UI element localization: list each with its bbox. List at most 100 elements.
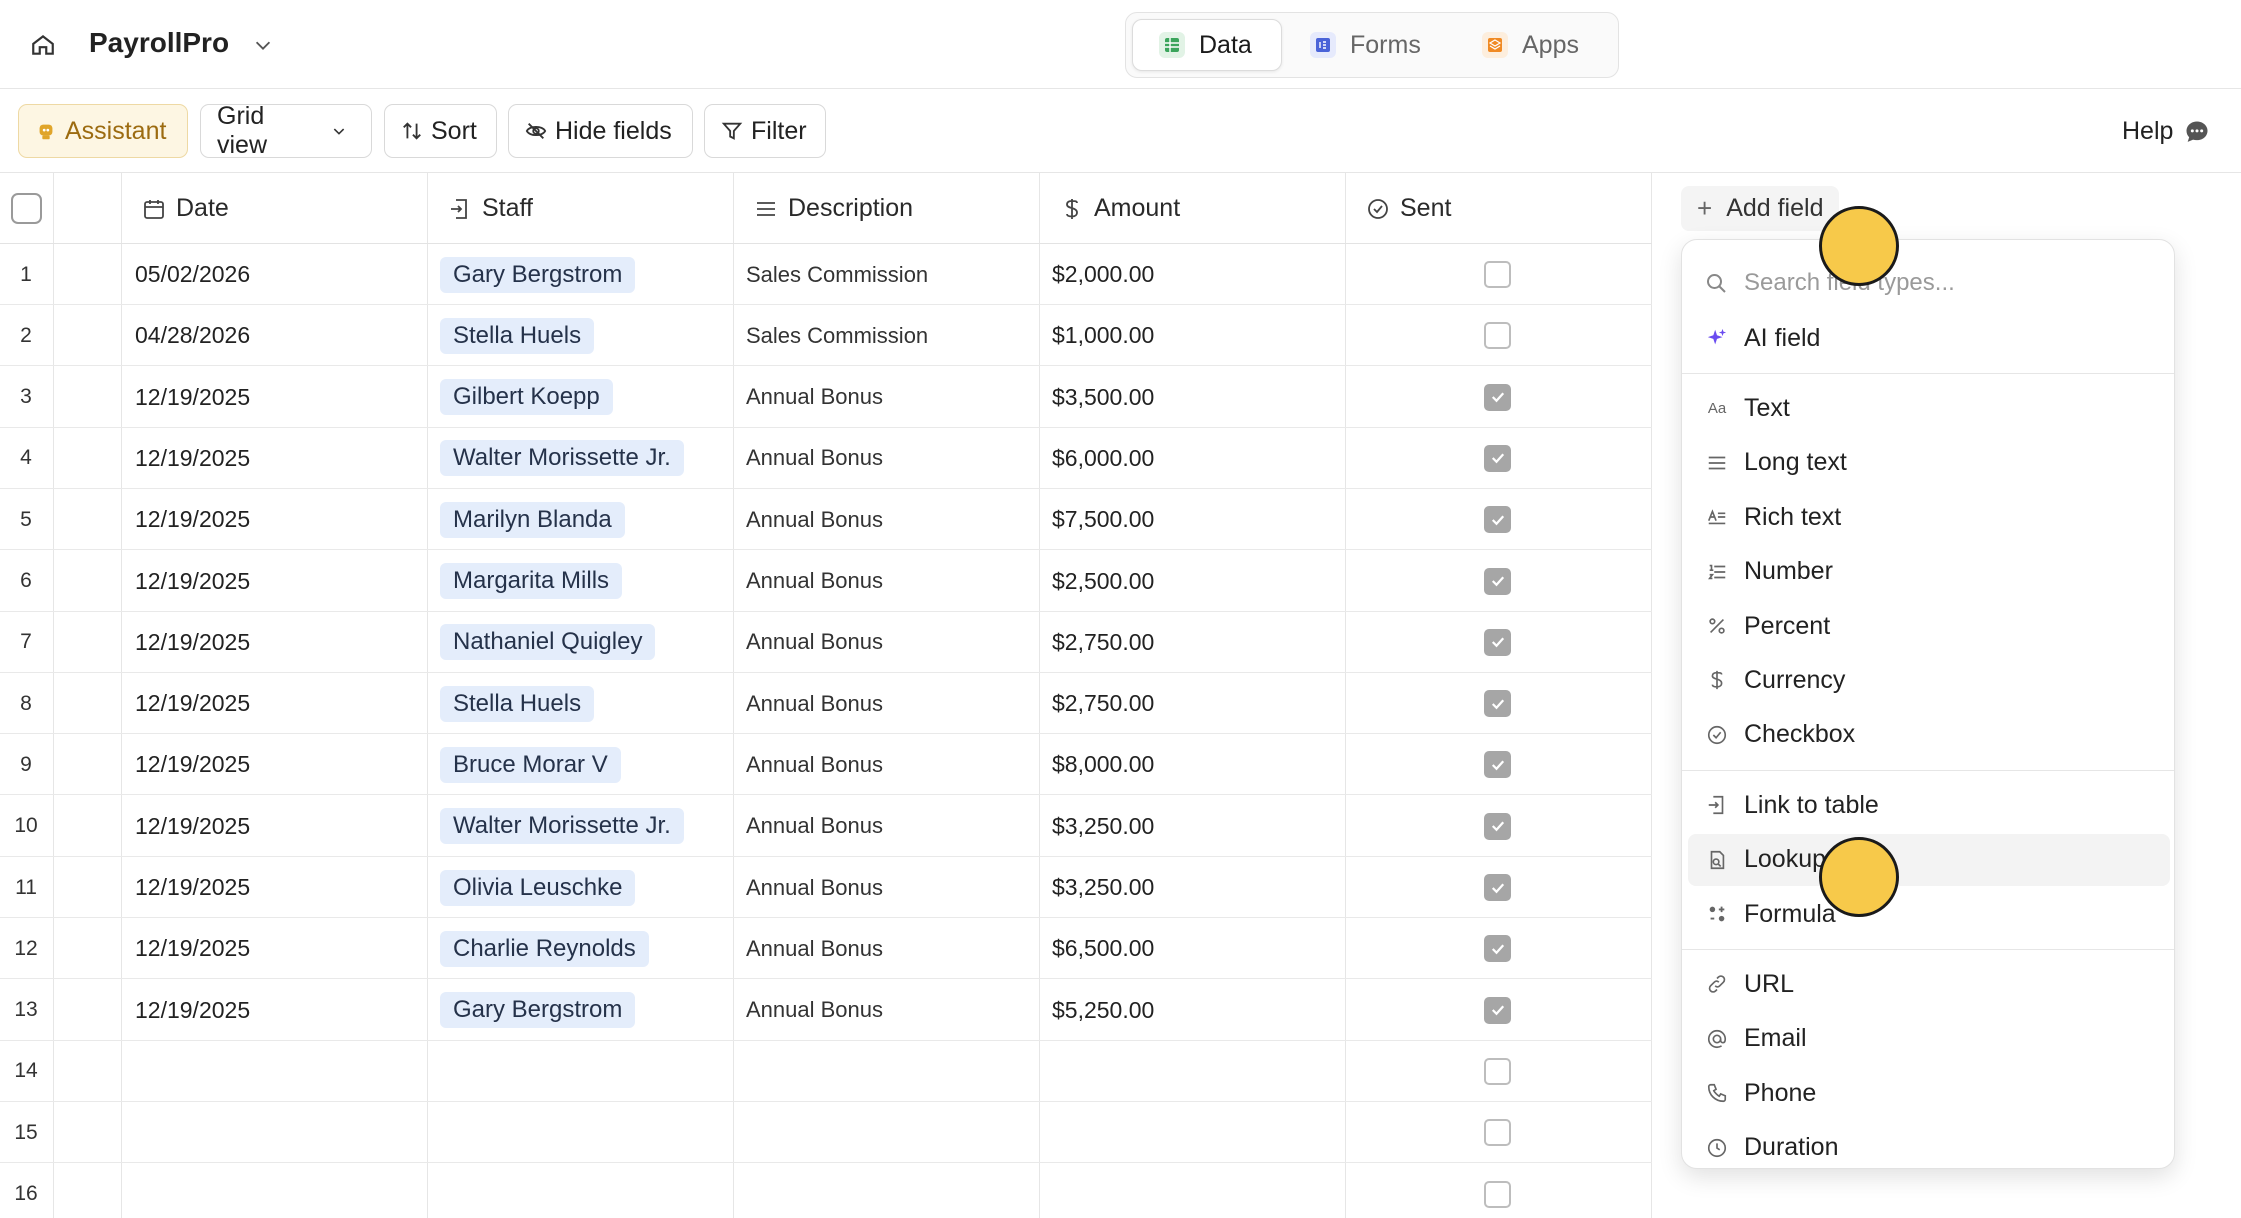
amount-cell[interactable]: $3,250.00 (1052, 796, 1154, 857)
date-cell[interactable]: 12/19/2025 (135, 612, 250, 673)
staff-chip[interactable]: Charlie Reynolds (440, 930, 649, 967)
table-row[interactable]: 14 (0, 1041, 1652, 1102)
amount-cell[interactable]: $2,750.00 (1052, 612, 1154, 673)
staff-cell[interactable]: Bruce Morar V (440, 734, 621, 795)
column-header-amount[interactable]: Amount (1060, 173, 1180, 244)
sent-cell[interactable] (1484, 796, 1511, 857)
field-search-input[interactable]: Search field types... (1704, 258, 2154, 308)
staff-chip[interactable]: Olivia Leuschke (440, 869, 636, 906)
menu-item-url[interactable]: URL (1688, 958, 2170, 1010)
sent-cell[interactable] (1484, 367, 1511, 428)
app-title[interactable]: PayrollPro (89, 27, 229, 59)
date-cell[interactable]: 04/28/2026 (135, 305, 250, 366)
staff-cell[interactable]: Marilyn Blanda (440, 489, 625, 550)
menu-item-number[interactable]: Number (1688, 546, 2170, 598)
menu-item-phone[interactable]: Phone (1688, 1067, 2170, 1119)
amount-cell[interactable]: $2,750.00 (1052, 673, 1154, 734)
menu-item-duration[interactable]: Duration (1688, 1122, 2170, 1168)
description-cell[interactable]: Annual Bonus (746, 734, 883, 795)
sent-cell[interactable] (1484, 1164, 1511, 1218)
staff-chip[interactable]: Marilyn Blanda (440, 501, 625, 538)
staff-cell[interactable]: Olivia Leuschke (440, 857, 636, 918)
table-row[interactable]: 12 12/19/2025 Charlie Reynolds Annual Bonus… (0, 918, 1652, 980)
description-cell[interactable]: Annual Bonus (746, 980, 883, 1041)
description-cell[interactable]: Annual Bonus (746, 551, 883, 612)
description-cell[interactable]: Annual Bonus (746, 857, 883, 918)
sent-checkbox[interactable] (1484, 444, 1511, 472)
sent-checkbox[interactable] (1484, 1180, 1511, 1208)
staff-cell[interactable]: Gary Bergstrom (440, 244, 636, 305)
menu-item-percent[interactable]: Percent (1688, 600, 2170, 652)
sent-checkbox[interactable] (1484, 567, 1511, 595)
table-row[interactable]: 16 (0, 1164, 1652, 1218)
table-row[interactable]: 8 12/19/2025 Stella Huels Annual Bonus $2,75… (0, 673, 1652, 735)
menu-item-checkbox[interactable]: Checkbox (1688, 709, 2170, 761)
sent-cell[interactable] (1484, 980, 1511, 1041)
description-cell[interactable]: Sales Commission (746, 244, 928, 305)
sent-cell[interactable] (1484, 305, 1511, 366)
description-cell[interactable]: Sales Commission (746, 305, 928, 366)
amount-cell[interactable]: $7,500.00 (1052, 489, 1154, 550)
staff-cell[interactable]: Gary Bergstrom (440, 980, 636, 1041)
home-icon[interactable] (26, 28, 60, 62)
hide-fields-button[interactable]: Hide fields (508, 104, 693, 158)
tab-data[interactable]: Data (1132, 19, 1282, 71)
staff-cell[interactable]: Stella Huels (440, 305, 595, 366)
amount-cell[interactable]: $3,500.00 (1052, 367, 1154, 428)
sent-cell[interactable] (1484, 612, 1511, 673)
assistant-button[interactable]: Assistant (18, 104, 188, 158)
sent-checkbox[interactable] (1484, 261, 1511, 288)
sent-checkbox[interactable] (1484, 996, 1511, 1024)
table-row[interactable]: 10 12/19/2025 Walter Morissette Jr. Annual … (0, 796, 1652, 857)
staff-cell[interactable]: Margarita Mills (440, 551, 623, 612)
staff-chip[interactable]: Stella Huels (440, 685, 595, 722)
menu-item-link-to-table[interactable]: Link to table (1688, 779, 2170, 831)
menu-item-long-text[interactable]: Long text (1688, 437, 2170, 489)
menu-item-text[interactable]: Aa Text (1688, 382, 2170, 434)
sent-cell[interactable] (1484, 244, 1511, 305)
date-cell[interactable]: 12/19/2025 (135, 796, 250, 857)
staff-cell[interactable]: Gilbert Koepp (440, 367, 613, 428)
date-cell[interactable]: 12/19/2025 (135, 980, 250, 1041)
description-cell[interactable]: Annual Bonus (746, 367, 883, 428)
sent-checkbox[interactable] (1484, 322, 1511, 350)
description-cell[interactable]: Annual Bonus (746, 673, 883, 734)
tab-apps[interactable]: Apps (1482, 19, 1612, 71)
table-row[interactable]: 5 12/19/2025 Marilyn Blanda Annual Bonus $7,… (0, 489, 1652, 551)
date-cell[interactable]: 12/19/2025 (135, 673, 250, 734)
table-row[interactable]: 2 04/28/2026 Stella Huels Sales Commission $… (0, 305, 1652, 367)
sent-cell[interactable] (1484, 551, 1511, 612)
date-cell[interactable]: 12/19/2025 (135, 428, 250, 489)
amount-cell[interactable]: $3,250.00 (1052, 857, 1154, 918)
column-header-date[interactable]: Date (142, 173, 229, 244)
menu-item-rich-text[interactable]: Rich text (1688, 491, 2170, 543)
staff-cell[interactable]: Nathaniel Quigley (440, 612, 656, 673)
column-header-description[interactable]: Description (754, 173, 913, 244)
sent-cell[interactable] (1484, 673, 1511, 734)
staff-chip[interactable]: Nathaniel Quigley (440, 624, 656, 661)
sent-checkbox[interactable] (1484, 751, 1511, 779)
staff-cell[interactable]: Charlie Reynolds (440, 918, 649, 979)
sent-checkbox[interactable] (1484, 1057, 1511, 1085)
staff-chip[interactable]: Gary Bergstrom (440, 992, 636, 1029)
description-cell[interactable]: Annual Bonus (746, 428, 883, 489)
table-row[interactable]: 3 12/19/2025 Gilbert Koepp Annual Bonus $3,5… (0, 367, 1652, 428)
description-cell[interactable]: Annual Bonus (746, 489, 883, 550)
amount-cell[interactable]: $5,250.00 (1052, 980, 1154, 1041)
sent-checkbox[interactable] (1484, 628, 1511, 656)
sent-cell[interactable] (1484, 918, 1511, 979)
menu-item-email[interactable]: Email (1688, 1013, 2170, 1065)
table-row[interactable]: 6 12/19/2025 Margarita Mills Annual Bonus $2… (0, 551, 1652, 612)
sent-checkbox[interactable] (1484, 506, 1511, 534)
menu-item-formula[interactable]: Formula (1688, 888, 2170, 940)
amount-cell[interactable]: $6,000.00 (1052, 428, 1154, 489)
staff-chip[interactable]: Gary Bergstrom (440, 256, 636, 293)
sent-cell[interactable] (1484, 1102, 1511, 1163)
date-cell[interactable]: 12/19/2025 (135, 367, 250, 428)
table-row[interactable]: 11 12/19/2025 Olivia Leuschke Annual Bonus $… (0, 857, 1652, 918)
description-cell[interactable]: Annual Bonus (746, 918, 883, 979)
date-cell[interactable]: 05/02/2026 (135, 244, 250, 305)
table-row[interactable]: 15 (0, 1102, 1652, 1164)
sort-button[interactable]: Sort (384, 104, 497, 158)
sent-checkbox[interactable] (1484, 1119, 1511, 1147)
